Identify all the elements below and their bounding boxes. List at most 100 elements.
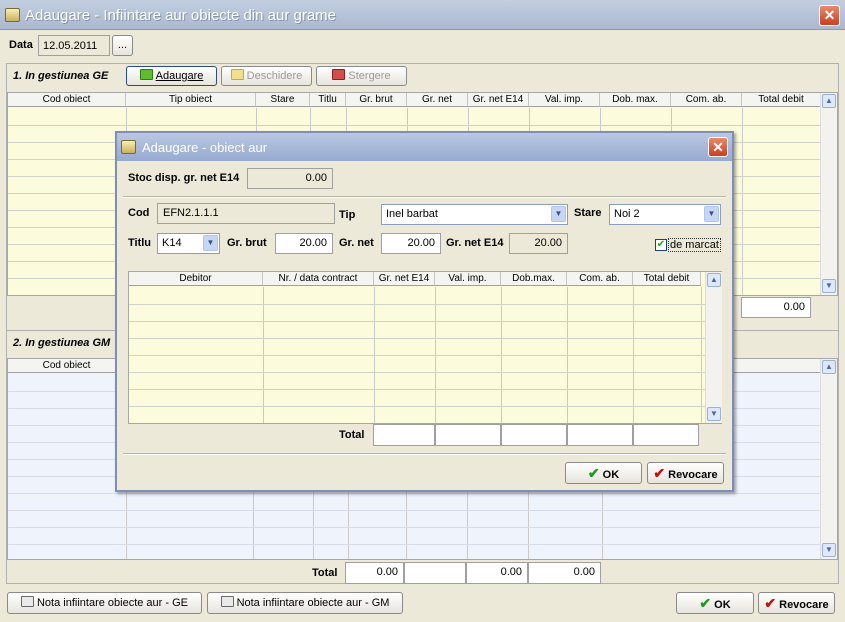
grid-row-line: [8, 510, 820, 511]
dialog-close-button[interactable]: ✕: [708, 137, 728, 157]
col-header[interactable]: Dob. max.: [600, 93, 671, 107]
col-header[interactable]: Debitor: [129, 272, 263, 286]
col-header[interactable]: Gr. brut: [346, 93, 407, 107]
dialog-cancel-button[interactable]: ✔ Revocare: [647, 462, 724, 484]
chevron-down-icon[interactable]: ▼: [704, 206, 719, 222]
dialog-grid-scrollbar[interactable]: ▲ ▼: [705, 272, 722, 423]
delete-object-button[interactable]: Stergere: [316, 66, 407, 86]
dialog-grid[interactable]: Debitor Nr. / data contract Gr. net E14 …: [128, 271, 722, 424]
chevron-down-icon[interactable]: ▼: [551, 206, 566, 222]
date-field[interactable]: 12.05.2011: [38, 35, 110, 56]
scroll-up-icon[interactable]: ▲: [822, 360, 836, 374]
dialog-cancel-label: Revocare: [668, 469, 718, 481]
col-header[interactable]: Gr. net E14: [374, 272, 435, 286]
grid-row-line: [8, 527, 820, 528]
dialog-app-icon: [121, 140, 136, 154]
gm-total-gr-brut: 0.00: [345, 562, 404, 584]
demarcat-checkbox[interactable]: ✔: [655, 239, 667, 251]
close-icon: ✕: [823, 7, 836, 23]
titlu-combo[interactable]: K14 ▼: [157, 233, 220, 254]
col-header[interactable]: Cod obiect: [8, 359, 126, 373]
note-gm-button[interactable]: Nota infiintare obiecte aur - GM: [207, 592, 403, 614]
scroll-down-icon[interactable]: ▼: [707, 407, 721, 421]
app-icon: [5, 8, 20, 22]
cancel-check-icon: ✔: [653, 465, 666, 481]
dialog-total-cell: [435, 424, 501, 446]
printer-icon: [20, 596, 34, 607]
scroll-down-icon[interactable]: ▼: [822, 279, 836, 293]
folder-open-icon: [230, 69, 244, 80]
tip-label: Tip: [339, 209, 356, 221]
dialog-titlebar: Adaugare - obiect aur ✕: [117, 133, 732, 161]
tip-combo[interactable]: Inel barbat ▼: [381, 204, 568, 225]
grid-row-line: [129, 304, 705, 305]
add-object-label: Adaugare: [155, 70, 204, 82]
chevron-down-icon[interactable]: ▼: [203, 235, 218, 251]
gm-total-gr-net: [404, 562, 466, 584]
add-object-button[interactable]: Adaugare: [126, 66, 217, 86]
cod-label: Cod: [128, 207, 150, 219]
cancel-button[interactable]: ✔ Revocare: [758, 592, 835, 614]
col-header[interactable]: Titlu: [310, 93, 346, 107]
gm-total-label: Total: [312, 567, 338, 579]
open-object-label: Deschidere: [246, 70, 303, 82]
stare-value: Noi 2: [614, 208, 640, 220]
col-header[interactable]: Com. ab.: [671, 93, 742, 107]
stare-combo[interactable]: Noi 2 ▼: [609, 204, 721, 225]
folder-add-icon: [139, 69, 153, 80]
window-titlebar: Adaugare - Infiintare aur obiecte din au…: [0, 0, 845, 30]
scroll-up-icon[interactable]: ▲: [707, 273, 721, 287]
cancel-label: Revocare: [779, 599, 829, 611]
cod-field: EFN2.1.1.1: [157, 203, 335, 224]
date-picker-button[interactable]: ...: [112, 35, 133, 56]
note-ge-label: Nota infiintare obiecte aur - GE: [36, 597, 189, 609]
grid-row-line: [129, 372, 705, 373]
col-header[interactable]: Tip obiect: [126, 93, 256, 107]
demarcat-label[interactable]: de marcat: [668, 238, 721, 252]
close-window-button[interactable]: ✕: [819, 5, 840, 26]
col-header[interactable]: Gr. net: [407, 93, 468, 107]
col-header[interactable]: Val. imp.: [529, 93, 600, 107]
section-ge-title: 1. In gestiunea GE: [13, 70, 109, 82]
grid-row-line: [8, 493, 820, 494]
ok-button[interactable]: ✔ OK: [676, 592, 754, 614]
open-object-button[interactable]: Deschidere: [221, 66, 312, 86]
grnet-label: Gr. net: [339, 237, 374, 249]
grbrut-input[interactable]: 20.00: [275, 233, 333, 254]
grid-column-line: [742, 108, 743, 295]
dialog-total-cell: [373, 424, 435, 446]
grid-row-line: [8, 544, 820, 545]
grnet-input[interactable]: 20.00: [381, 233, 441, 254]
cancel-check-icon: ✔: [764, 595, 777, 611]
grid-row-line: [129, 406, 705, 407]
col-header[interactable]: Stare: [256, 93, 310, 107]
section-gm-title: 2. In gestiunea GM: [13, 337, 111, 349]
grid-gm-scrollbar[interactable]: ▲ ▼: [820, 359, 837, 559]
col-header[interactable]: Nr. / data contract: [263, 272, 374, 286]
col-header[interactable]: Com. ab.: [567, 272, 633, 286]
col-header[interactable]: Total debit: [633, 272, 701, 286]
dialog-total-cell: [633, 424, 699, 446]
ok-label: OK: [714, 599, 731, 611]
separator: [123, 453, 726, 455]
dialog-ok-button[interactable]: ✔ OK: [565, 462, 642, 484]
scroll-down-icon[interactable]: ▼: [822, 543, 836, 557]
col-header[interactable]: Dob.max.: [501, 272, 567, 286]
checkmark-icon: ✔: [587, 465, 600, 481]
tip-value: Inel barbat: [386, 208, 438, 220]
delete-object-label: Stergere: [348, 70, 391, 82]
scroll-up-icon[interactable]: ▲: [822, 94, 836, 108]
checkmark-icon: ✔: [699, 595, 712, 611]
dialog-total-cell: [501, 424, 567, 446]
col-header[interactable]: Val. imp.: [435, 272, 501, 286]
col-header[interactable]: Cod obiect: [8, 93, 126, 107]
titlu-value: K14: [162, 237, 182, 249]
ge-total-debit: 0.00: [741, 297, 811, 318]
grid-ge-scrollbar[interactable]: ▲ ▼: [820, 93, 837, 295]
col-header[interactable]: Gr. net E14: [468, 93, 529, 107]
stock-label: Stoc disp. gr. net E14: [128, 172, 240, 184]
note-gm-label: Nota infiintare obiecte aur - GM: [236, 597, 390, 609]
col-header[interactable]: Total debit: [742, 93, 821, 107]
checkmark-icon: ✔: [656, 239, 666, 250]
note-ge-button[interactable]: Nota infiintare obiecte aur - GE: [7, 592, 202, 614]
